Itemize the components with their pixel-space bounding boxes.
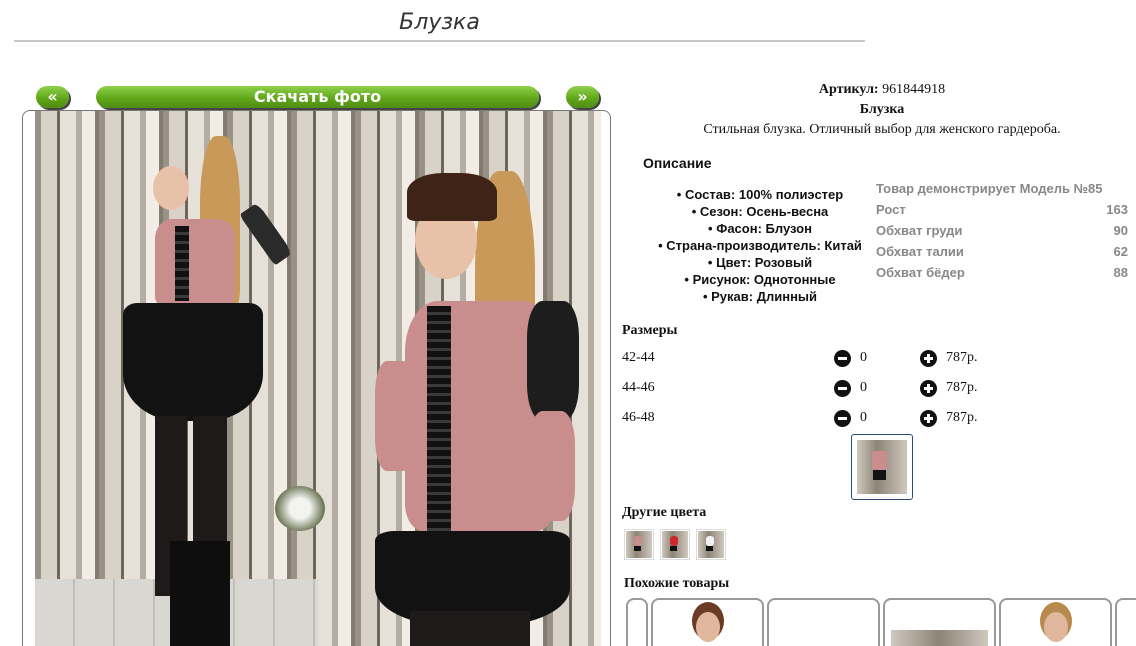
similar-product-card[interactable]: [883, 598, 996, 646]
title-divider: [14, 40, 865, 42]
similar-product-card[interactable]: [1115, 598, 1136, 646]
size-row: 42-44 0 787р.: [622, 347, 1002, 371]
quantity-value: 0: [860, 410, 867, 425]
property-item: Состав: 100% полиэстер: [640, 186, 880, 203]
download-photo-button[interactable]: Скачать фото: [96, 86, 539, 108]
article-label: Артикул:: [818, 82, 879, 97]
page-title: Блузка: [399, 10, 480, 35]
product-name: Блузка: [859, 102, 905, 117]
product-short-description: Стильная блузка. Отличный выбор для женс…: [703, 122, 1061, 137]
minus-icon[interactable]: [834, 380, 851, 397]
similar-product-card[interactable]: [651, 598, 764, 646]
property-item: Сезон: Осень-весна: [640, 203, 880, 220]
size-row: 46-48 0 787р.: [622, 407, 1002, 431]
property-item: Цвет: Розовый: [640, 254, 880, 271]
similar-product-card[interactable]: [999, 598, 1112, 646]
size-price: 787р.: [946, 380, 978, 395]
model-heading: Товар демонстрирует Модель №85: [876, 181, 1103, 196]
size-price: 787р.: [946, 410, 978, 425]
selected-photo-thumbnail[interactable]: [851, 434, 913, 500]
property-item: Рукав: Длинный: [640, 288, 880, 305]
size-price: 787р.: [946, 350, 978, 365]
model-row-height: Рост 163: [876, 202, 1128, 217]
property-item: Страна-производитель: Китай: [640, 237, 880, 254]
plus-icon[interactable]: [920, 410, 937, 427]
description-heading: Описание: [643, 155, 712, 171]
model-row-chest: Обхват груди 90: [876, 223, 1128, 238]
size-label: 42-44: [622, 350, 655, 365]
previous-photo-button[interactable]: «: [36, 86, 69, 108]
plus-icon[interactable]: [920, 350, 937, 367]
minus-icon[interactable]: [834, 410, 851, 427]
quantity-value: 0: [860, 380, 867, 395]
color-variant-thumbnail[interactable]: [624, 529, 654, 560]
plus-icon[interactable]: [920, 380, 937, 397]
color-variant-thumbnail[interactable]: [696, 529, 726, 560]
similar-product-card[interactable]: [626, 598, 648, 646]
minus-icon[interactable]: [834, 350, 851, 367]
size-label: 44-46: [622, 380, 655, 395]
sizes-heading: Размеры: [622, 323, 678, 338]
property-list: Состав: 100% полиэстер Сезон: Осень-весн…: [640, 186, 880, 305]
size-label: 46-48: [622, 410, 655, 425]
model-measurements: Товар демонстрирует Модель №85 Рост 163 О…: [876, 178, 1128, 283]
other-colors-heading: Другие цвета: [622, 505, 707, 520]
product-photo-frame: [22, 110, 611, 646]
property-item: Рисунок: Однотонные: [640, 271, 880, 288]
article-line: Артикул: 961844918: [620, 82, 1136, 98]
color-variant-thumbnail[interactable]: [660, 529, 690, 560]
product-photo[interactable]: [35, 111, 601, 646]
similar-product-card[interactable]: [767, 598, 880, 646]
property-item: Фасон: Блузон: [640, 220, 880, 237]
model-row-waist: Обхват талии 62: [876, 244, 1128, 259]
quantity-value: 0: [860, 350, 867, 365]
next-photo-button[interactable]: »: [566, 86, 599, 108]
model-row-hips: Обхват бёдер 88: [876, 265, 1128, 280]
article-value: 961844918: [882, 82, 946, 97]
similar-products-heading: Похожие товары: [624, 576, 730, 591]
plant-decoration: [275, 486, 325, 531]
size-row: 44-46 0 787р.: [622, 377, 1002, 401]
